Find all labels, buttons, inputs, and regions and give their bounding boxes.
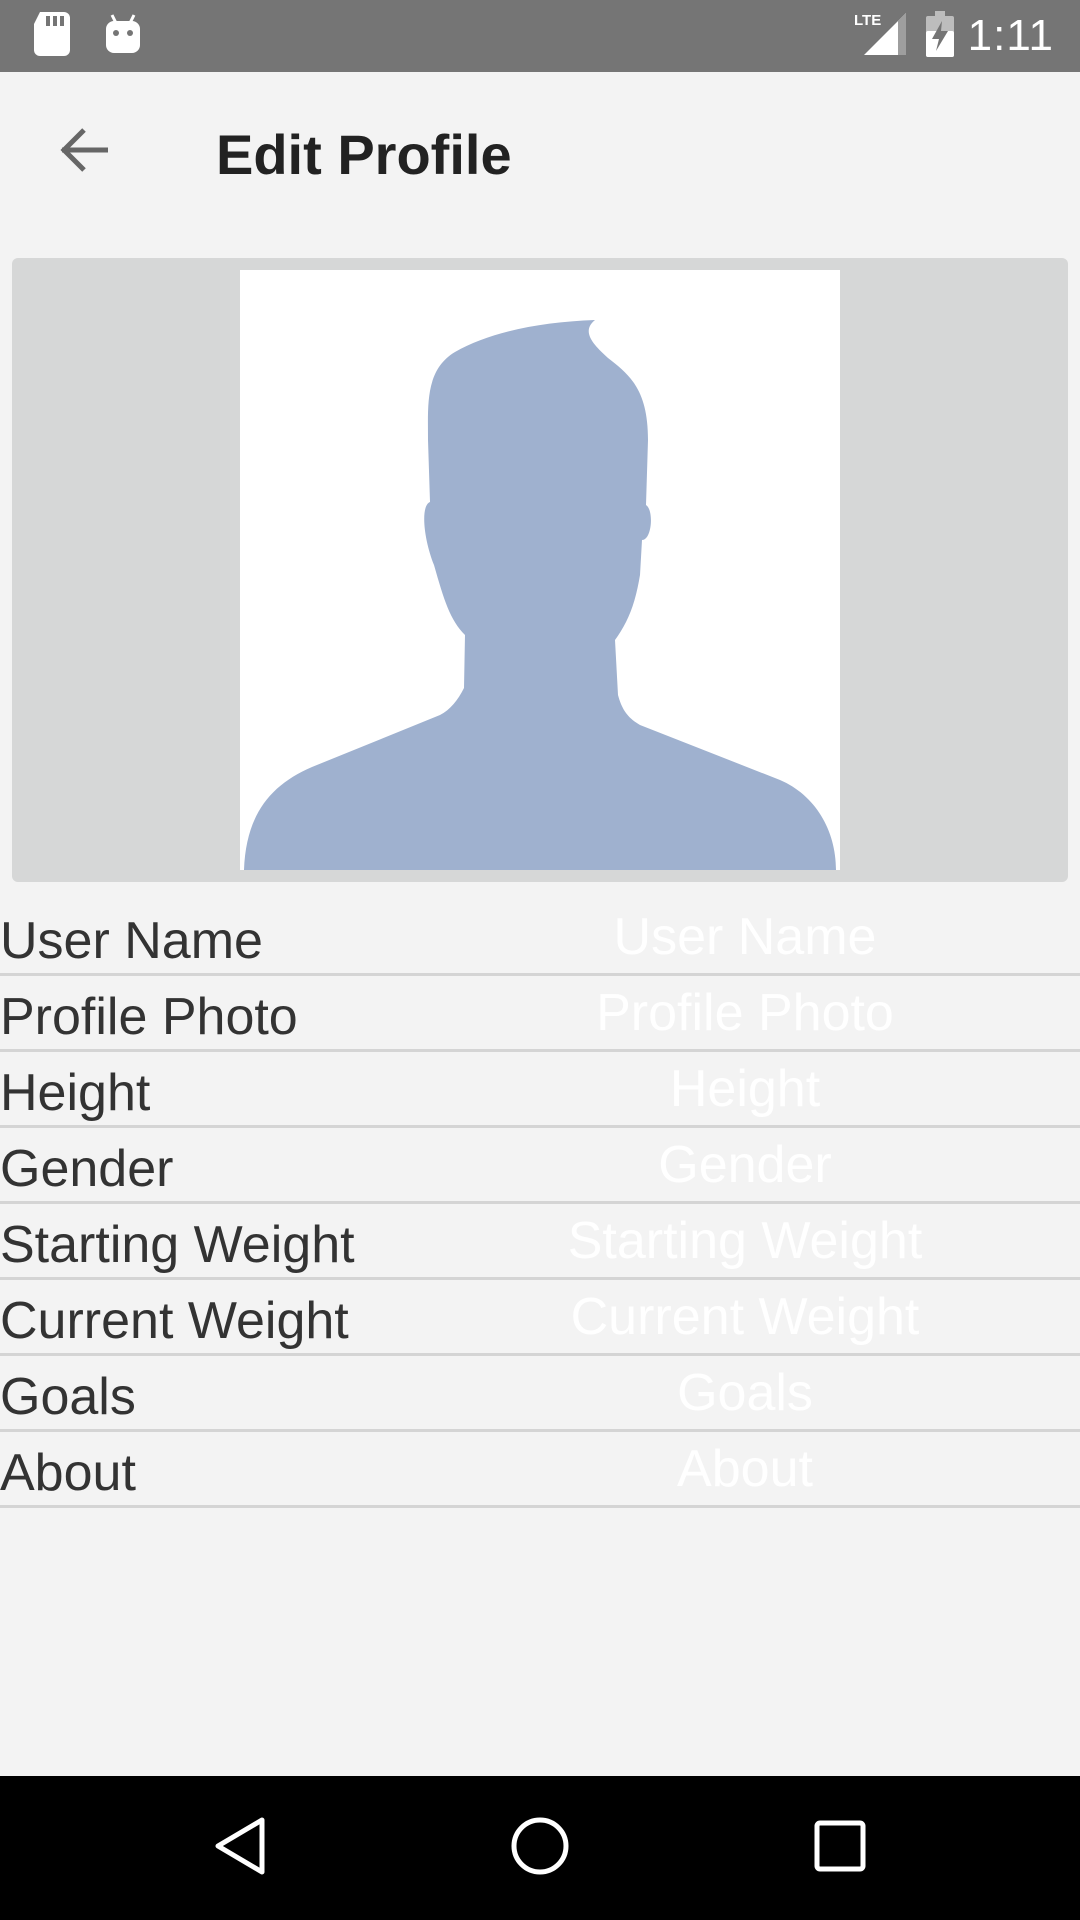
starting-weight-input[interactable]	[490, 1210, 1000, 1272]
goals-input[interactable]	[490, 1362, 1000, 1424]
recents-square-icon	[813, 1819, 867, 1878]
height-label: Height	[0, 1064, 151, 1122]
profile-fields: User Name Profile Photo Height Gender St…	[0, 900, 1080, 1508]
about-input[interactable]	[490, 1438, 1000, 1500]
lte-signal-icon: LTE	[854, 11, 912, 62]
navigation-bar	[0, 1776, 1080, 1920]
back-button[interactable]	[48, 116, 120, 188]
user-name-input[interactable]	[490, 906, 1000, 968]
sd-card-icon	[34, 12, 70, 61]
profile-photo[interactable]	[240, 270, 840, 870]
field-row-user-name: User Name	[0, 900, 1080, 976]
profile-photo-panel[interactable]	[12, 258, 1068, 882]
android-debug-icon	[104, 13, 142, 60]
nav-recents-button[interactable]	[804, 1812, 876, 1884]
page-title: Edit Profile	[216, 123, 512, 186]
profile-photo-input[interactable]	[490, 982, 1000, 1044]
field-row-about: About	[0, 1432, 1080, 1508]
current-weight-label: Current Weight	[0, 1292, 349, 1350]
starting-weight-label: Starting Weight	[0, 1216, 355, 1274]
svg-text:LTE: LTE	[854, 12, 881, 29]
toolbar: Edit Profile	[0, 72, 1080, 242]
nav-home-button[interactable]	[504, 1812, 576, 1884]
back-triangle-icon	[212, 1816, 268, 1881]
field-row-height: Height	[0, 1052, 1080, 1128]
about-label: About	[0, 1444, 136, 1502]
field-row-current-weight: Current Weight	[0, 1280, 1080, 1356]
field-row-gender: Gender	[0, 1128, 1080, 1204]
height-input[interactable]	[490, 1058, 1000, 1120]
current-weight-input[interactable]	[490, 1286, 1000, 1348]
battery-charging-icon	[925, 10, 954, 62]
home-circle-icon	[510, 1816, 570, 1881]
nav-back-button[interactable]	[204, 1812, 276, 1884]
field-row-goals: Goals	[0, 1356, 1080, 1432]
default-avatar-silhouette-icon	[244, 320, 836, 870]
goals-label: Goals	[0, 1368, 136, 1426]
profile-photo-label: Profile Photo	[0, 988, 298, 1046]
status-bar: LTE 1:11	[0, 0, 1080, 72]
gender-label: Gender	[0, 1140, 174, 1198]
field-row-profile-photo: Profile Photo	[0, 976, 1080, 1052]
user-name-label: User Name	[0, 912, 263, 970]
arrow-back-icon	[58, 126, 110, 179]
field-row-starting-weight: Starting Weight	[0, 1204, 1080, 1280]
status-time: 1:11	[967, 11, 1054, 60]
gender-input[interactable]	[490, 1134, 1000, 1196]
